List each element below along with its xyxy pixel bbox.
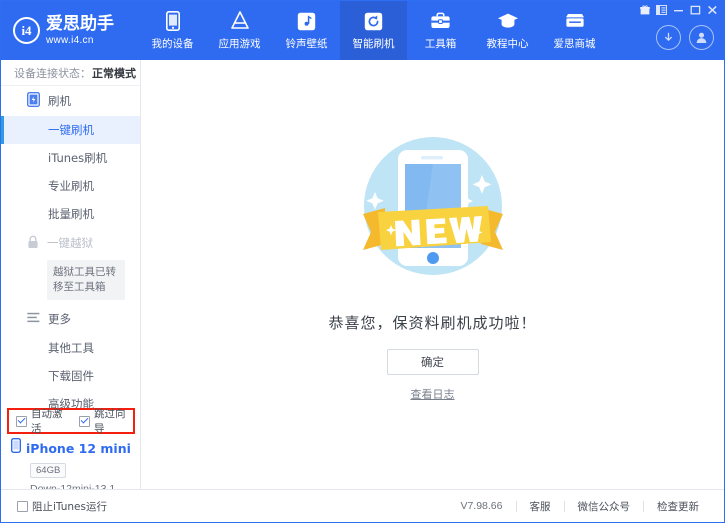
flash-options-highlight: 自动激活 跳过向导 (7, 408, 135, 434)
checkbox-auto-activate[interactable]: 自动激活 (16, 406, 70, 436)
status-bar: 阻止iTunes运行 V7.98.66 客服 微信公众号 检查更新 (1, 489, 724, 522)
minimize-icon[interactable] (671, 3, 686, 16)
nav-item-toolbox[interactable]: 工具箱 (407, 1, 474, 60)
nav-item-ringtones-wallpaper[interactable]: 铃声壁纸 (273, 1, 340, 60)
logo-mark-text: i4 (21, 23, 31, 39)
app-version: V7.98.66 (447, 500, 515, 512)
download-icon[interactable] (656, 25, 681, 50)
sidebar-item-download-firmware[interactable]: 下载固件 (1, 362, 140, 390)
nav-label: 智能刷机 (353, 36, 395, 51)
footer-link-check-update[interactable]: 检查更新 (644, 499, 712, 514)
jailbreak-tooltip: 越狱工具已转移至工具箱 (47, 260, 125, 300)
checkbox-label: 跳过向导 (94, 406, 133, 436)
toolbox-icon (430, 10, 452, 32)
nav-item-store[interactable]: 爱思商城 (541, 1, 608, 60)
checkbox-label: 自动激活 (31, 406, 70, 436)
sidebar-item-other-tools[interactable]: 其他工具 (1, 334, 140, 362)
main-content: 恭喜您，保资料刷机成功啦！ 确定 查看日志 (141, 60, 724, 489)
account-area (656, 25, 714, 50)
nav-label: 铃声壁纸 (286, 36, 328, 51)
connection-status-label: 设备连接状态： (14, 65, 91, 81)
sidebar-item-label: 专业刷机 (48, 178, 94, 194)
logo-mark-icon: i4 (13, 17, 40, 44)
nav-item-tutorial-center[interactable]: 教程中心 (474, 1, 541, 60)
main-nav: 我的设备 应用游戏 铃声壁纸 智能刷机 (139, 1, 608, 60)
sidebar-item-pro-flash[interactable]: 专业刷机 (1, 172, 140, 200)
shop-icon (564, 10, 586, 32)
sidebar-item-itunes-flash[interactable]: iTunes刷机 (1, 144, 140, 172)
nav-item-my-device[interactable]: 我的设备 (139, 1, 206, 60)
sidebar: 设备连接状态：正常模式 刷机 一键刷机 iTunes刷机 专业刷机 批量刷机 一… (1, 60, 141, 489)
graduation-icon (497, 10, 519, 32)
maximize-icon[interactable] (688, 3, 703, 16)
footer-link-support[interactable]: 客服 (517, 499, 564, 514)
brand-logo[interactable]: i4 爱思助手 www.i4.cn (1, 1, 131, 60)
device-icon (11, 438, 21, 458)
brand-url: www.i4.cn (46, 36, 114, 46)
connection-status: 设备连接状态：正常模式 (1, 60, 140, 86)
nav-label: 教程中心 (487, 36, 529, 51)
checkbox-skip-setup[interactable]: 跳过向导 (79, 406, 133, 436)
success-message: 恭喜您，保资料刷机成功啦！ (328, 312, 536, 333)
user-icon[interactable] (689, 25, 714, 50)
checkbox-block-itunes[interactable]: 阻止iTunes运行 (17, 499, 107, 514)
connection-status-value: 正常模式 (92, 65, 136, 81)
sidebar-group-label: 一键越狱 (47, 235, 93, 251)
nav-item-smart-flash[interactable]: 智能刷机 (340, 1, 407, 60)
checkbox-box (79, 416, 90, 427)
phone-icon (162, 10, 184, 32)
lock-icon (27, 235, 39, 252)
music-icon (296, 10, 318, 32)
sidebar-item-label: 一键刷机 (48, 122, 94, 138)
nav-label: 我的设备 (152, 36, 194, 51)
sidebar-group-label: 更多 (48, 311, 71, 327)
nav-label: 应用游戏 (219, 36, 261, 51)
sidebar-item-one-click-flash[interactable]: 一键刷机 (1, 116, 140, 144)
sidebar-item-batch-flash[interactable]: 批量刷机 (1, 200, 140, 228)
list-icon (27, 312, 40, 326)
sidebar-group-flash[interactable]: 刷机 (1, 86, 140, 116)
checkbox-box (17, 501, 28, 512)
window-controls (637, 3, 720, 16)
sidebar-item-label: iTunes刷机 (48, 150, 107, 166)
new-phone-illustration (333, 132, 533, 292)
checkbox-label: 阻止iTunes运行 (32, 499, 107, 514)
sidebar-group-more[interactable]: 更多 (1, 304, 140, 334)
close-icon[interactable] (705, 3, 720, 16)
sidebar-item-label: 其他工具 (48, 340, 94, 356)
gift-icon[interactable] (637, 3, 652, 16)
menu-icon[interactable] (654, 3, 669, 16)
connected-device[interactable]: iPhone 12 mini 64GB Down-12mini-13,1 (1, 438, 140, 495)
nav-label: 爱思商城 (554, 36, 596, 51)
checkbox-box (16, 416, 27, 427)
brand-name: 爱思助手 (46, 16, 114, 33)
header-bar: i4 爱思助手 www.i4.cn 我的设备 应用游戏 (1, 1, 724, 60)
device-name: iPhone 12 mini (26, 441, 131, 456)
apps-icon (229, 10, 251, 32)
sidebar-group-label: 刷机 (48, 93, 71, 109)
nav-label: 工具箱 (425, 36, 457, 51)
footer-link-wechat[interactable]: 微信公众号 (565, 499, 644, 514)
view-log-link[interactable]: 查看日志 (411, 386, 455, 402)
flash-device-icon (27, 92, 40, 110)
app-window: i4 爱思助手 www.i4.cn 我的设备 应用游戏 (0, 0, 725, 523)
footer-links: V7.98.66 客服 微信公众号 检查更新 (447, 499, 712, 514)
refresh-icon (363, 10, 385, 32)
sidebar-group-jailbreak: 一键越狱 (1, 228, 140, 258)
nav-item-apps-games[interactable]: 应用游戏 (206, 1, 273, 60)
sidebar-item-label: 批量刷机 (48, 206, 94, 222)
device-capacity: 64GB (30, 463, 66, 478)
sidebar-item-label: 下载固件 (48, 368, 94, 384)
confirm-button[interactable]: 确定 (387, 349, 479, 375)
